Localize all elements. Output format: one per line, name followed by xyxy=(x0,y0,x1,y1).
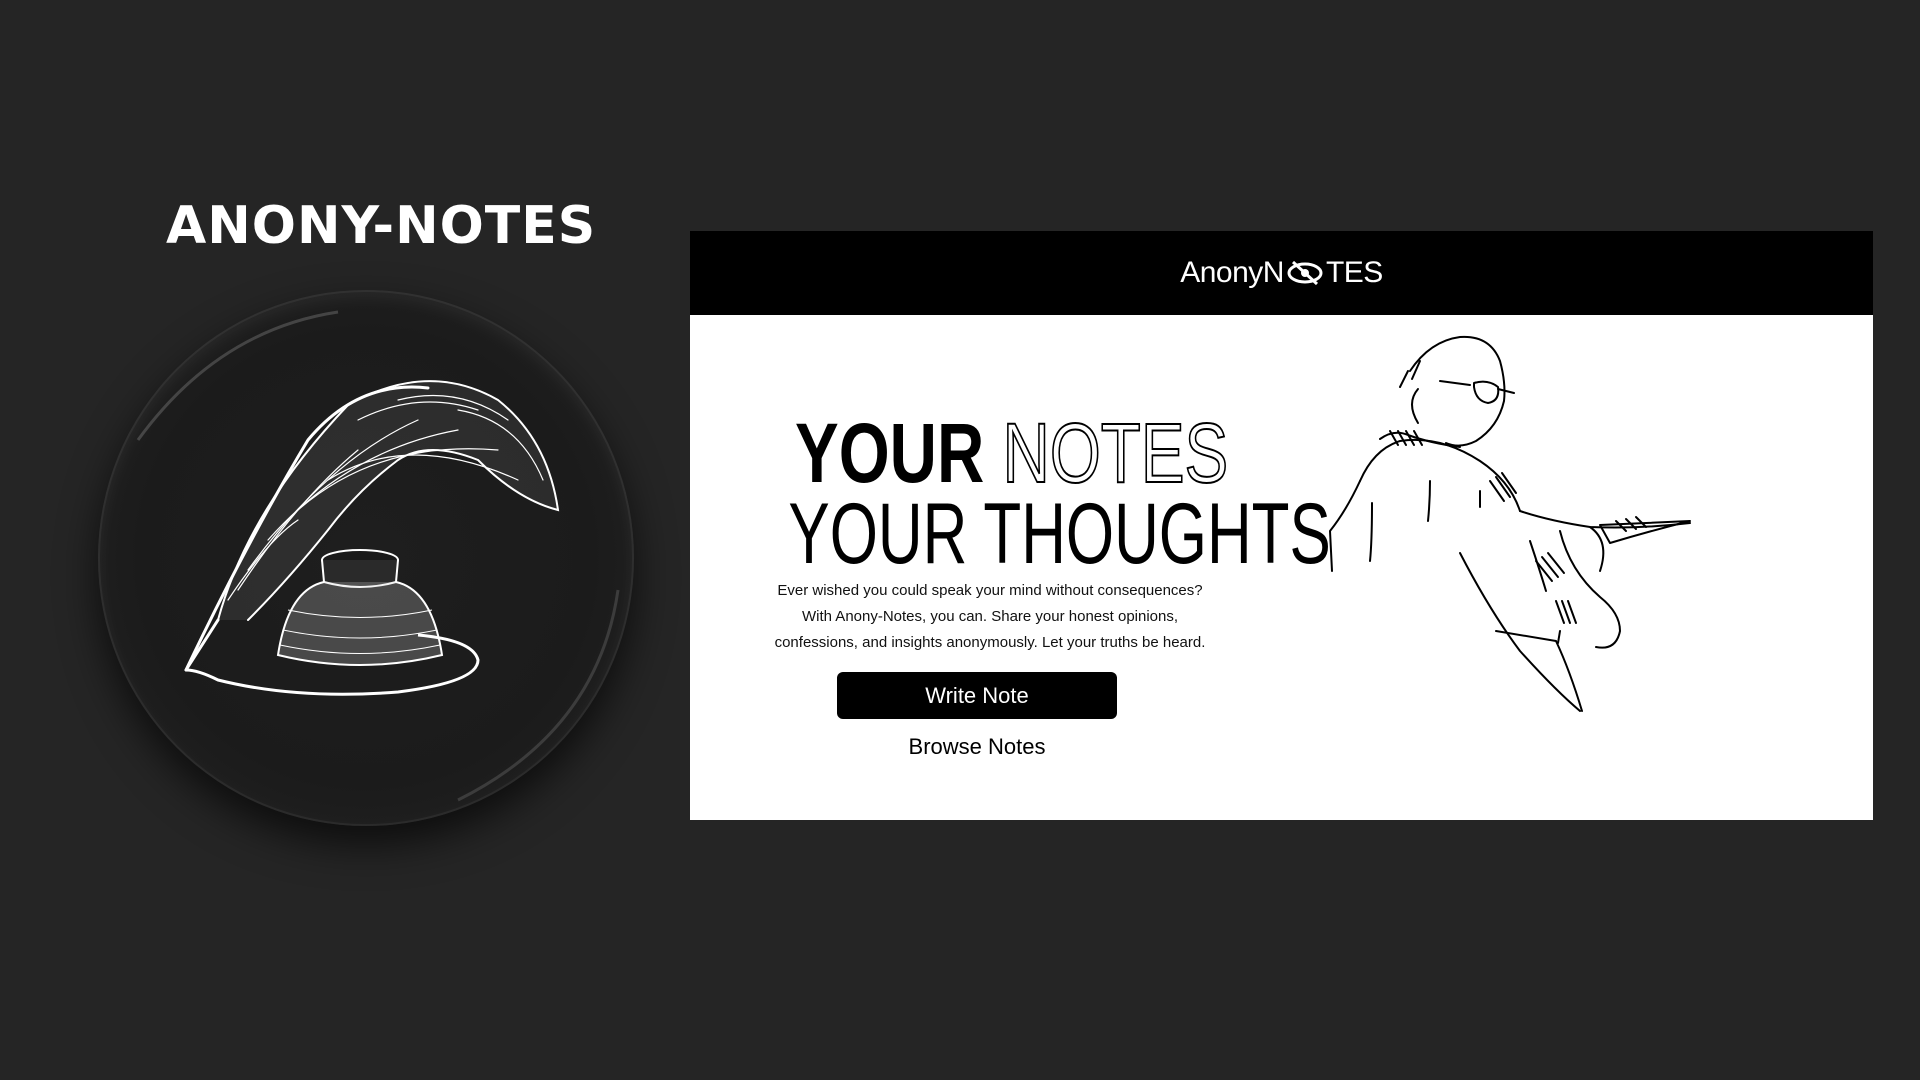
quill-and-inkwell-icon xyxy=(136,310,620,802)
browse-notes-link[interactable]: Browse Notes xyxy=(837,727,1117,767)
write-note-button[interactable]: Write Note xyxy=(837,672,1117,719)
logo-badge xyxy=(98,290,634,826)
hero-headline-line2: YOUR THOUGHTS xyxy=(788,486,1331,582)
hero-description: Ever wished you could speak your mind wi… xyxy=(774,582,1206,651)
logo-prefix: AnonyN xyxy=(1180,256,1284,289)
eye-slash-icon xyxy=(1287,260,1323,286)
logo-suffix: TES xyxy=(1325,256,1383,289)
hero-headline-line1: YOUR NOTES xyxy=(795,410,1229,496)
writer-sketch xyxy=(1329,335,1691,712)
brand-title: ANONY-NOTES xyxy=(166,196,597,256)
site-preview: AnonyN TES YOUR NOTES YOUR THOUGHTS Ever… xyxy=(690,231,1873,820)
site-logo[interactable]: AnonyN TES xyxy=(690,231,1873,315)
site-header: AnonyN TES xyxy=(690,231,1873,315)
